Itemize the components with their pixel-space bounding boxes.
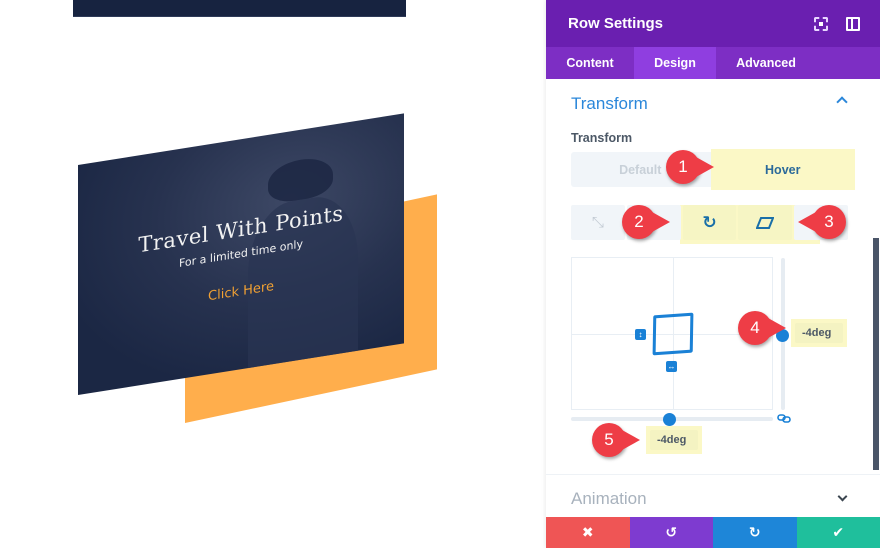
panel-footer: ✖ ↺ ↻ ✔: [546, 517, 880, 548]
preceding-section-preview: [73, 0, 406, 17]
chevron-up-icon[interactable]: [836, 96, 848, 108]
split-view-icon[interactable]: [846, 16, 860, 31]
transform-field-label: Transform: [571, 131, 633, 145]
close-icon: ✖: [581, 524, 594, 540]
panel-header: Row Settings: [546, 0, 880, 47]
panel-tabs: Content Design Advanced: [546, 47, 880, 79]
redo-button[interactable]: ↻: [713, 517, 797, 548]
scale-icon: ⤡: [591, 214, 604, 231]
hover-state-button[interactable]: Hover: [713, 152, 852, 187]
skew-y-value-highlight: -4deg: [791, 319, 847, 347]
annotation-marker-2: 2: [622, 205, 670, 239]
annotation-marker-4: 4: [738, 311, 786, 345]
tab-advanced[interactable]: Advanced: [716, 47, 816, 79]
transform-section-heading[interactable]: Transform: [571, 94, 648, 114]
annotation-marker-1: 1: [666, 150, 714, 184]
panel-title: Row Settings: [568, 15, 664, 32]
undo-button[interactable]: ↺: [629, 517, 713, 548]
scale-tool-button[interactable]: ⤡: [571, 205, 625, 240]
animation-section-heading[interactable]: Animation: [571, 489, 647, 509]
rotate-icon: ↻: [702, 212, 717, 232]
skew-x-slider-handle[interactable]: [663, 413, 676, 426]
cancel-button[interactable]: ✖: [546, 517, 630, 548]
annotation-marker-5: 5: [592, 423, 640, 457]
checkmark-icon: ✔: [832, 524, 845, 540]
horizontal-skew-handle-icon[interactable]: ↔: [666, 361, 677, 372]
skew-icon: [756, 216, 775, 229]
redo-icon: ↻: [748, 524, 761, 540]
link-values-icon[interactable]: [777, 414, 791, 423]
focus-mode-icon[interactable]: [814, 16, 828, 31]
vertical-skew-handle-icon[interactable]: ↕: [635, 329, 646, 340]
section-divider: [546, 474, 880, 475]
rotate-tool-button[interactable]: ↻: [682, 205, 737, 240]
skew-x-value-input[interactable]: -4deg: [650, 430, 698, 450]
skew-x-value-highlight: -4deg: [646, 426, 702, 454]
panel-scrollbar[interactable]: [873, 238, 879, 470]
page: Travel With Points For a limited time on…: [0, 0, 880, 548]
chevron-down-icon[interactable]: [837, 491, 848, 502]
tab-design[interactable]: Design: [634, 47, 716, 79]
skew-y-value-input[interactable]: -4deg: [795, 323, 843, 343]
skew-preview-shape[interactable]: [652, 312, 694, 356]
row-settings-panel: Row Settings Content Design Advanced Tra…: [546, 0, 880, 548]
undo-icon: ↺: [665, 524, 678, 540]
annotation-marker-3: 3: [798, 205, 846, 239]
skew-tool-button[interactable]: [738, 205, 793, 240]
tab-content[interactable]: Content: [546, 47, 634, 79]
save-button[interactable]: ✔: [796, 517, 880, 548]
